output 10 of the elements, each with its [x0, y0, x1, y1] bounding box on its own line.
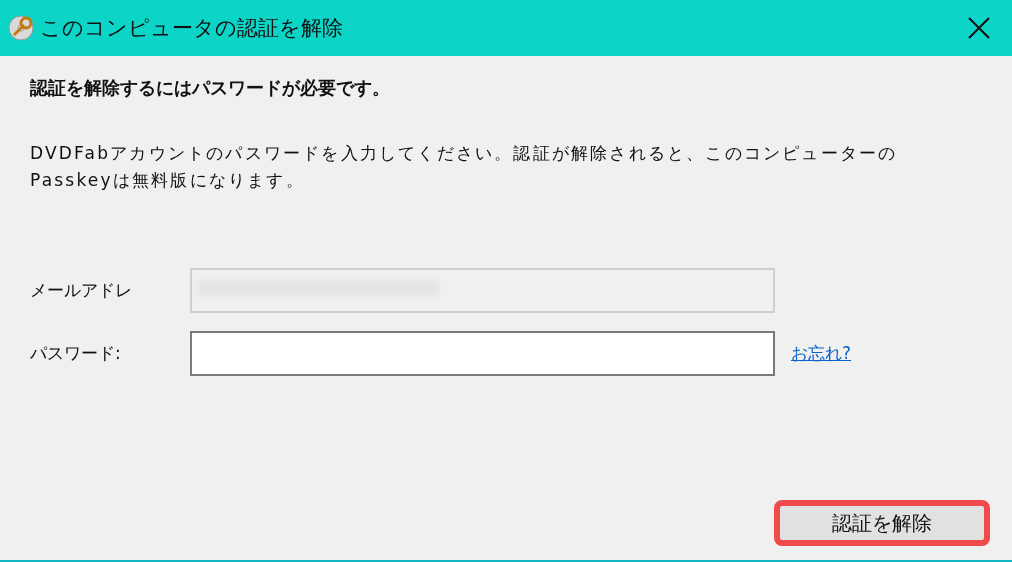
field-label: パスワード: [30, 342, 122, 365]
window-title: このコンピュータの認証を解除 [40, 15, 344, 42]
close-icon[interactable] [966, 15, 992, 41]
disc-key-icon [8, 15, 34, 41]
heading: 認証を解除するにはパスワードが必要です。 [30, 76, 391, 100]
forgot-password-link[interactable]: お忘れ? [791, 342, 852, 365]
message-text: DVDFabアカウントのパスワードを入力してください。認証が解除されると、このコンピューターのPasskeyは無料版になります。 [30, 142, 899, 192]
password-field[interactable] [190, 331, 775, 376]
field-label: メールアドレ [30, 279, 133, 302]
deauthorize-button[interactable]: 認証を解除 [774, 500, 990, 546]
